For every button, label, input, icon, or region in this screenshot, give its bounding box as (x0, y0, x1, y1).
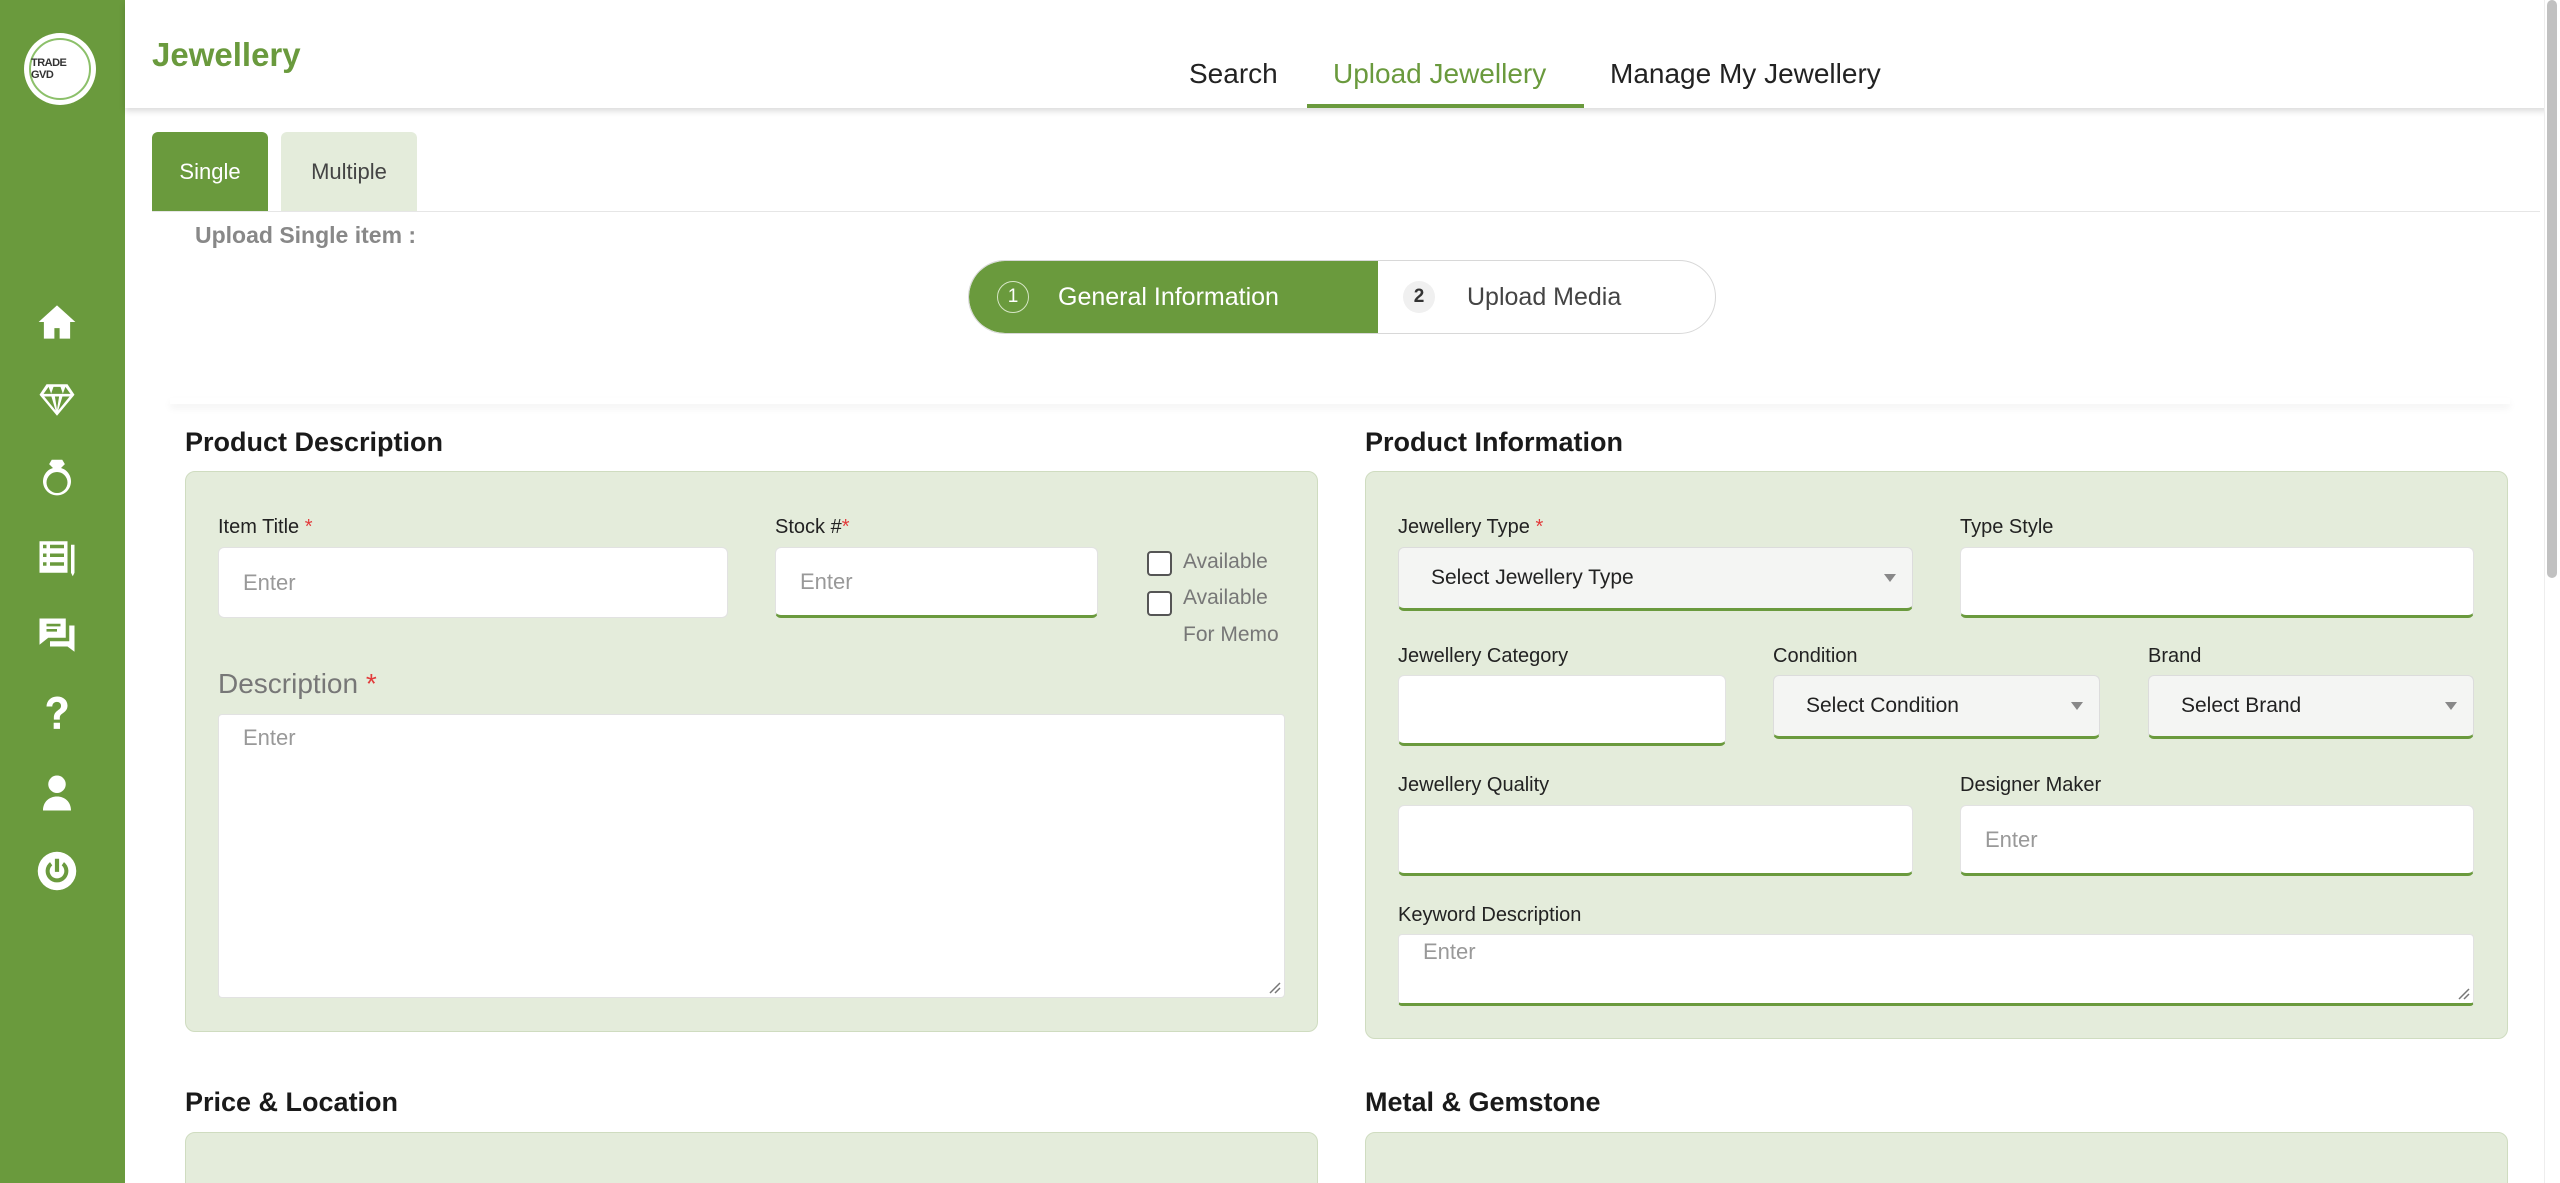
sidebar-item-profile[interactable] (34, 770, 80, 816)
keyword-description-textarea[interactable]: Enter (1398, 934, 2474, 1006)
tab-upload-jewellery[interactable]: Upload Jewellery (1333, 58, 1546, 90)
jewellery-type-label-text: Jewellery Type (1398, 516, 1530, 538)
sidebar: TRADE GVD (0, 0, 125, 1183)
product-information-title: Product Information (1365, 427, 1623, 457)
brand-value: Select Brand (2181, 694, 2302, 717)
user-icon (43, 775, 71, 811)
tab-single[interactable]: Single (152, 132, 268, 212)
chevron-down-icon (2445, 702, 2457, 710)
item-title-input[interactable]: Enter (218, 547, 728, 618)
resize-handle-icon[interactable] (1267, 980, 1281, 994)
jewellery-quality-label: Jewellery Quality (1398, 774, 1550, 796)
keyword-description-label: Keyword Description (1398, 904, 1582, 926)
required-marker: * (1535, 516, 1544, 538)
item-title-label-text: Item Title (218, 516, 300, 538)
price-location-panel (185, 1132, 1318, 1183)
logo-ring: TRADE GVD (29, 38, 91, 100)
required-marker: * (841, 516, 850, 538)
step-label-general-information[interactable]: General Information (1058, 283, 1279, 312)
available-for-memo-label-line2: For Memo (1183, 623, 1279, 646)
price-location-title: Price & Location (185, 1087, 399, 1117)
tab-multiple[interactable]: Multiple (281, 132, 417, 212)
type-style-label: Type Style (1960, 516, 2054, 538)
step-number-2: 2 (1403, 281, 1435, 313)
ring-icon (43, 459, 71, 496)
sidebar-item-logout[interactable] (34, 848, 80, 894)
description-textarea[interactable]: Enter (218, 714, 1285, 998)
item-title-label: Item Title * (218, 516, 313, 539)
upload-single-label: Upload Single item : (195, 222, 417, 248)
description-label-text: Description (218, 668, 359, 699)
product-description-title: Product Description (185, 427, 444, 457)
sidebar-item-help[interactable] (34, 691, 80, 737)
active-tab-indicator (1307, 104, 1584, 108)
step-label-upload-media[interactable]: Upload Media (1467, 283, 1621, 312)
tab-search[interactable]: Search (1189, 58, 1278, 90)
required-marker: * (304, 516, 313, 538)
designer-maker-label: Designer Maker (1960, 774, 2102, 796)
stepper: 1 General Information 2 Upload Media (968, 260, 1716, 334)
checklist-icon (39, 541, 75, 577)
stock-label-text: Stock # (775, 516, 842, 538)
home-icon (38, 305, 76, 339)
top-header: Jewellery (125, 0, 2560, 108)
condition-select[interactable]: Select Condition (1773, 675, 2100, 739)
section-divider (170, 398, 2510, 404)
metal-gemstone-title: Metal & Gemstone (1365, 1087, 1601, 1117)
sidebar-item-messages[interactable] (34, 613, 80, 659)
diamond-icon (39, 384, 75, 416)
type-style-input[interactable] (1960, 547, 2474, 618)
stock-input[interactable]: Enter (775, 547, 1098, 618)
step-number-1: 1 (997, 281, 1029, 313)
jewellery-category-input[interactable] (1398, 675, 1726, 746)
description-placeholder: Enter (243, 725, 296, 750)
jewellery-type-value: Select Jewellery Type (1431, 566, 1634, 589)
chevron-down-icon (2071, 702, 2083, 710)
jewellery-type-label: Jewellery Type * (1398, 516, 1543, 539)
power-icon (37, 851, 77, 891)
tab-manage-my-jewellery[interactable]: Manage My Jewellery (1610, 58, 1881, 90)
chat-icon (39, 618, 75, 652)
chevron-down-icon (1884, 574, 1896, 582)
sidebar-item-diamond[interactable] (34, 377, 80, 423)
jewellery-quality-input[interactable] (1398, 805, 1913, 876)
available-for-memo-checkbox[interactable] (1147, 591, 1172, 616)
resize-handle-icon[interactable] (2456, 986, 2470, 1000)
condition-value: Select Condition (1806, 694, 1959, 717)
brand-select[interactable]: Select Brand (2148, 675, 2474, 739)
sidebar-item-checklist[interactable] (34, 534, 80, 580)
logo[interactable]: TRADE GVD (24, 33, 96, 105)
stock-label: Stock #* (775, 516, 850, 539)
required-marker: * (365, 668, 377, 699)
description-label: Description * (218, 668, 377, 700)
scrollbar-thumb[interactable] (2547, 0, 2557, 578)
logo-text: TRADE GVD (31, 57, 67, 81)
sidebar-item-home[interactable] (34, 299, 80, 345)
jewellery-category-label: Jewellery Category (1398, 645, 1569, 667)
condition-label: Condition (1773, 645, 1858, 667)
available-for-memo-label: Available (1183, 586, 1268, 609)
page-title: Jewellery (152, 36, 301, 73)
designer-maker-input[interactable]: Enter (1960, 805, 2474, 876)
available-label: Available (1183, 550, 1268, 573)
brand-label: Brand (2148, 645, 2202, 667)
jewellery-type-select[interactable]: Select Jewellery Type (1398, 547, 1913, 611)
available-checkbox[interactable] (1147, 551, 1172, 576)
metal-gemstone-panel (1365, 1132, 2508, 1183)
sidebar-item-ring[interactable] (34, 456, 80, 502)
tab-divider (152, 211, 2540, 212)
help-icon (46, 696, 68, 729)
page-scrollbar[interactable] (2544, 0, 2560, 1183)
keyword-description-placeholder: Enter (1423, 939, 1476, 964)
